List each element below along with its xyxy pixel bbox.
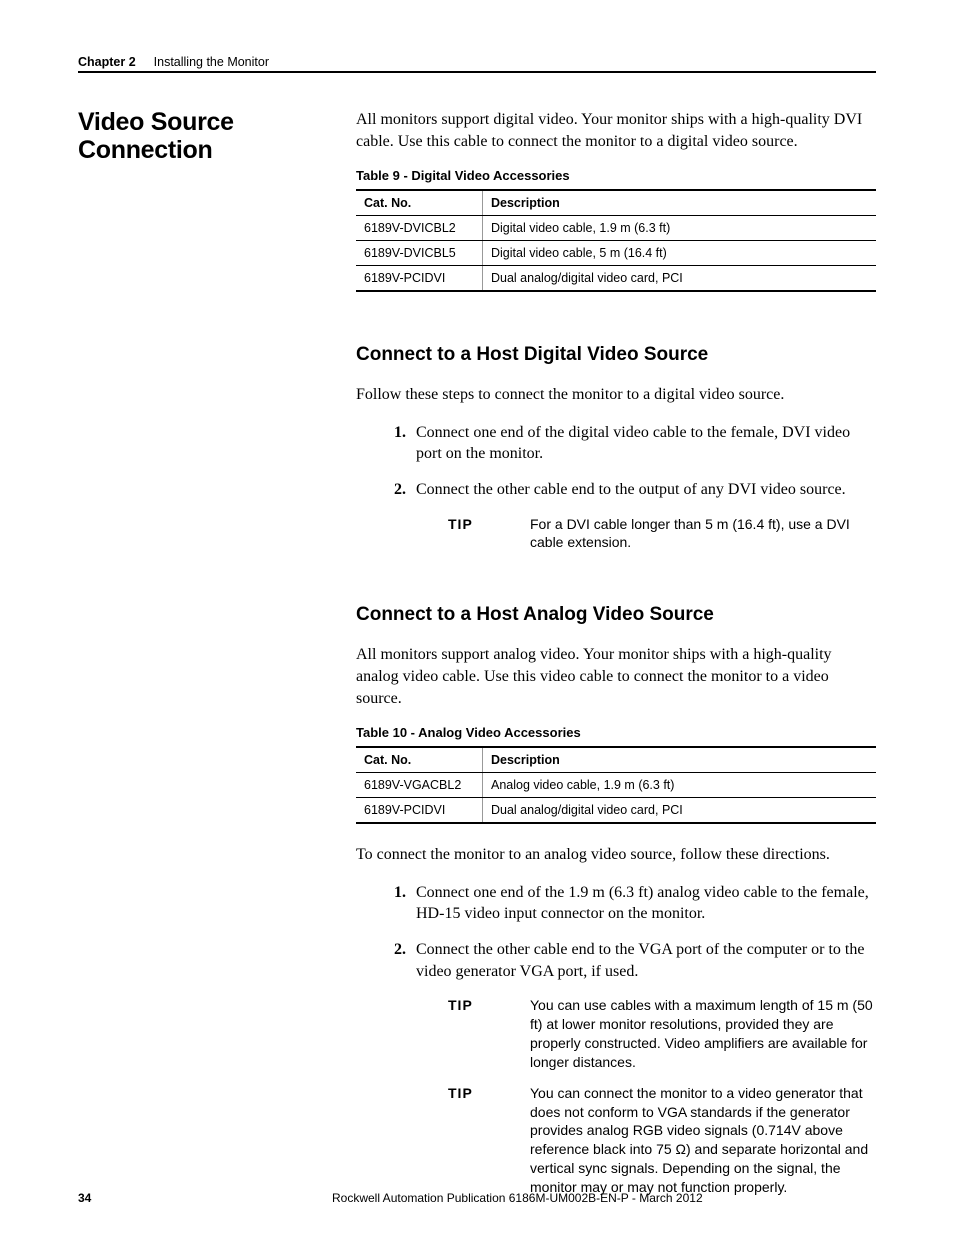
table9-header-cat: Cat. No. bbox=[356, 190, 483, 216]
tip-row: TIP For a DVI cable longer than 5 m (16.… bbox=[448, 515, 876, 553]
tip-label: TIP bbox=[448, 996, 488, 1013]
table-row: 6189V-PCIDVI Dual analog/digital video c… bbox=[356, 798, 876, 824]
section-intro: All monitors support digital video. Your… bbox=[356, 109, 876, 152]
list-item: Connect one end of the 1.9 m (6.3 ft) an… bbox=[410, 882, 876, 925]
table9-header-desc: Description bbox=[483, 190, 877, 216]
tip-label: TIP bbox=[448, 515, 488, 532]
list-item: Connect the other cable end to the VGA p… bbox=[410, 939, 876, 982]
cell-cat: 6189V-PCIDVI bbox=[356, 266, 483, 292]
list-item: Connect the other cable end to the outpu… bbox=[410, 479, 876, 501]
publication-line: Rockwell Automation Publication 6186M-UM… bbox=[332, 1191, 876, 1205]
analog-steps: Connect one end of the 1.9 m (6.3 ft) an… bbox=[356, 882, 876, 982]
tip-row: TIP You can connect the monitor to a vid… bbox=[448, 1084, 876, 1197]
tip-body: You can use cables with a maximum length… bbox=[530, 996, 876, 1072]
table10: Cat. No. Description 6189V-VGACBL2 Analo… bbox=[356, 746, 876, 824]
table10-header-cat: Cat. No. bbox=[356, 747, 483, 773]
cell-desc: Dual analog/digital video card, PCI bbox=[483, 798, 877, 824]
analog-proc-lead: To connect the monitor to an analog vide… bbox=[356, 844, 876, 866]
header-rule bbox=[78, 71, 876, 73]
table-row: 6189V-DVICBL2 Digital video cable, 1.9 m… bbox=[356, 216, 876, 241]
cell-desc: Dual analog/digital video card, PCI bbox=[483, 266, 877, 292]
section-row: Video Source Connection All monitors sup… bbox=[78, 109, 876, 1209]
body-column: All monitors support digital video. Your… bbox=[356, 109, 876, 1209]
page-footer: 34 Rockwell Automation Publication 6186M… bbox=[78, 1191, 876, 1205]
tip-body: For a DVI cable longer than 5 m (16.4 ft… bbox=[530, 515, 876, 553]
cell-cat: 6189V-PCIDVI bbox=[356, 798, 483, 824]
digital-heading: Connect to a Host Digital Video Source bbox=[356, 344, 876, 366]
table9: Cat. No. Description 6189V-DVICBL2 Digit… bbox=[356, 189, 876, 292]
table-row: 6189V-VGACBL2 Analog video cable, 1.9 m … bbox=[356, 773, 876, 798]
page: Chapter 2 Installing the Monitor Video S… bbox=[0, 0, 954, 1235]
analog-lead: All monitors support analog video. Your … bbox=[356, 644, 876, 709]
list-item: Connect one end of the digital video cab… bbox=[410, 422, 876, 465]
section-heading: Video Source Connection bbox=[78, 109, 332, 164]
chapter-label: Chapter 2 bbox=[78, 55, 136, 69]
cell-desc: Digital video cable, 5 m (16.4 ft) bbox=[483, 241, 877, 266]
cell-desc: Analog video cable, 1.9 m (6.3 ft) bbox=[483, 773, 877, 798]
table9-caption: Table 9 - Digital Video Accessories bbox=[356, 168, 876, 183]
page-number: 34 bbox=[78, 1191, 332, 1205]
digital-steps: Connect one end of the digital video cab… bbox=[356, 422, 876, 501]
cell-cat: 6189V-DVICBL2 bbox=[356, 216, 483, 241]
table10-caption: Table 10 - Analog Video Accessories bbox=[356, 725, 876, 740]
running-header: Chapter 2 Installing the Monitor bbox=[78, 55, 876, 69]
tip-label: TIP bbox=[448, 1084, 488, 1101]
cell-desc: Digital video cable, 1.9 m (6.3 ft) bbox=[483, 216, 877, 241]
table-row: 6189V-PCIDVI Dual analog/digital video c… bbox=[356, 266, 876, 292]
cell-cat: 6189V-DVICBL5 bbox=[356, 241, 483, 266]
table-row: 6189V-DVICBL5 Digital video cable, 5 m (… bbox=[356, 241, 876, 266]
analog-heading: Connect to a Host Analog Video Source bbox=[356, 604, 876, 626]
tip-row: TIP You can use cables with a maximum le… bbox=[448, 996, 876, 1072]
cell-cat: 6189V-VGACBL2 bbox=[356, 773, 483, 798]
tip-body: You can connect the monitor to a video g… bbox=[530, 1084, 876, 1197]
chapter-title: Installing the Monitor bbox=[154, 55, 269, 69]
digital-lead: Follow these steps to connect the monito… bbox=[356, 384, 876, 406]
table10-header-desc: Description bbox=[483, 747, 877, 773]
